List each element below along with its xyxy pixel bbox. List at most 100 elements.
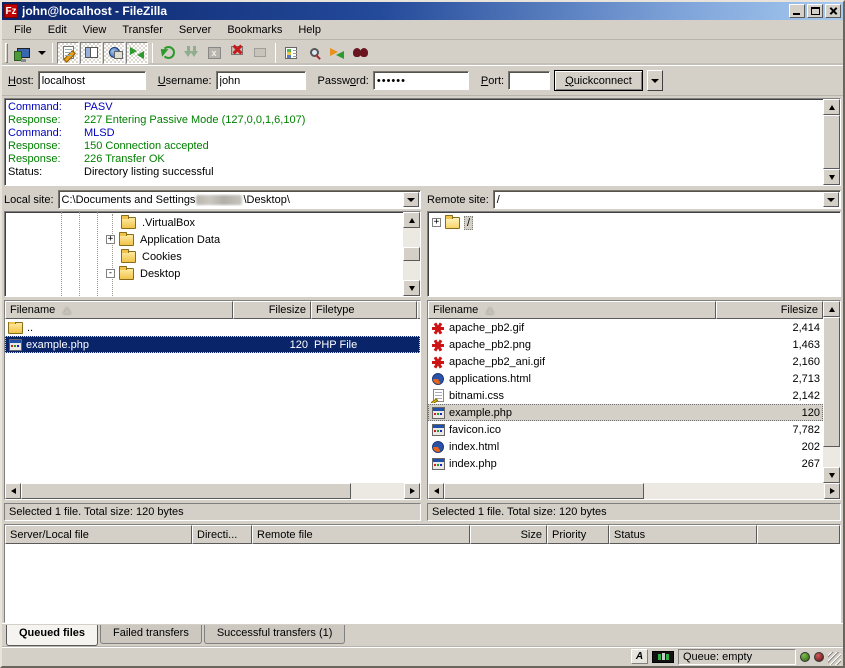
scroll-left-button[interactable] bbox=[428, 483, 444, 499]
column-filesize[interactable]: Filesize bbox=[233, 301, 311, 319]
tab-queued-files[interactable]: Queued files bbox=[6, 625, 98, 646]
toggle-remote-tree-button[interactable] bbox=[103, 42, 125, 64]
scroll-up-button[interactable] bbox=[403, 212, 420, 228]
host-input[interactable] bbox=[38, 71, 146, 90]
scroll-up-button[interactable] bbox=[823, 99, 840, 115]
table-row-selected[interactable]: example.php 120 PHP File 1 bbox=[5, 336, 420, 353]
scroll-thumb[interactable] bbox=[823, 115, 840, 169]
remote-tree-body[interactable]: + / bbox=[428, 212, 840, 296]
filter-button[interactable] bbox=[280, 42, 302, 64]
column-direction[interactable]: Directi... bbox=[192, 525, 252, 544]
table-row[interactable]: apache_pb2.gif 2,414 bbox=[428, 319, 823, 336]
site-manager-dropdown-button[interactable] bbox=[35, 42, 48, 64]
scroll-down-button[interactable] bbox=[823, 467, 840, 483]
scroll-thumb[interactable] bbox=[444, 483, 644, 499]
minimize-button[interactable] bbox=[789, 4, 805, 18]
menu-transfer[interactable]: Transfer bbox=[114, 22, 171, 38]
table-row[interactable]: index.html 202 bbox=[428, 438, 823, 455]
scroll-right-button[interactable] bbox=[824, 483, 840, 499]
expand-icon[interactable]: + bbox=[106, 235, 115, 244]
table-row[interactable]: bitnami.css 2,142 bbox=[428, 387, 823, 404]
table-row[interactable]: apache_pb2_ani.gif 2,160 bbox=[428, 353, 823, 370]
collapse-icon[interactable]: - bbox=[106, 269, 115, 278]
column-status[interactable]: Status bbox=[609, 525, 757, 544]
username-input[interactable] bbox=[216, 71, 306, 90]
quickconnect-button[interactable]: Quickconnect bbox=[554, 70, 643, 91]
local-list-body[interactable]: .. example.php 120 PHP File 1 bbox=[5, 319, 420, 483]
combo-dropdown-button[interactable] bbox=[403, 192, 419, 207]
column-server-local-file[interactable]: Server/Local file bbox=[5, 525, 192, 544]
remote-list-scrollbar[interactable] bbox=[823, 301, 840, 483]
log-scrollbar[interactable] bbox=[823, 99, 840, 185]
process-queue-button[interactable] bbox=[180, 42, 202, 64]
column-filesize[interactable]: Filesize bbox=[716, 301, 823, 319]
toggle-transfer-queue-button[interactable] bbox=[126, 42, 148, 64]
message-log-body[interactable]: Command:PASV Response:227 Entering Passi… bbox=[5, 99, 823, 185]
table-row[interactable]: applications.html 2,713 bbox=[428, 370, 823, 387]
tree-item[interactable]: -Desktop bbox=[5, 265, 403, 282]
tree-item[interactable]: +Application Data bbox=[5, 231, 403, 248]
combo-dropdown-button[interactable] bbox=[823, 192, 839, 207]
scroll-thumb[interactable] bbox=[403, 247, 420, 261]
menu-server[interactable]: Server bbox=[171, 22, 219, 38]
column-priority[interactable]: Priority bbox=[547, 525, 609, 544]
port-input[interactable] bbox=[508, 71, 550, 90]
maximize-button[interactable] bbox=[807, 4, 823, 18]
quickconnect-dropdown-button[interactable] bbox=[647, 70, 663, 91]
toggle-message-log-button[interactable] bbox=[57, 42, 79, 64]
resize-grip[interactable] bbox=[828, 652, 841, 665]
synchronized-browsing-button[interactable] bbox=[326, 42, 348, 64]
cancel-button[interactable]: x bbox=[203, 42, 225, 64]
menu-view[interactable]: View bbox=[75, 22, 115, 38]
table-row[interactable]: index.php 267 bbox=[428, 455, 823, 472]
remote-list-hscrollbar[interactable] bbox=[428, 483, 840, 499]
find-files-button[interactable] bbox=[349, 42, 371, 64]
toolbar-grip[interactable] bbox=[5, 43, 8, 63]
toggle-local-tree-button[interactable] bbox=[80, 42, 102, 64]
local-path-combobox[interactable]: C:\Documents and Settings\Desktop\ bbox=[58, 190, 421, 209]
tree-item[interactable]: Cookies bbox=[5, 248, 403, 265]
scroll-left-button[interactable] bbox=[5, 483, 21, 499]
column-filename[interactable]: Filename bbox=[428, 301, 716, 319]
menu-bookmarks[interactable]: Bookmarks bbox=[219, 22, 290, 38]
scroll-down-button[interactable] bbox=[403, 280, 420, 296]
tab-successful-transfers[interactable]: Successful transfers (1) bbox=[204, 625, 346, 644]
title-bar[interactable]: Fz john@localhost - FileZilla bbox=[2, 2, 843, 20]
directory-comparison-button[interactable] bbox=[303, 42, 325, 64]
table-row[interactable]: favicon.ico 7,782 bbox=[428, 421, 823, 438]
column-filetype[interactable]: Filetype bbox=[311, 301, 417, 319]
local-list-hscrollbar[interactable] bbox=[5, 483, 420, 499]
scroll-thumb[interactable] bbox=[21, 483, 351, 499]
disconnect-button[interactable] bbox=[226, 42, 248, 64]
queue-body[interactable] bbox=[5, 544, 840, 622]
app-icon[interactable]: Fz bbox=[4, 4, 18, 18]
scroll-down-button[interactable] bbox=[823, 169, 840, 185]
column-filename[interactable]: Filename bbox=[5, 301, 233, 319]
password-input[interactable] bbox=[373, 71, 469, 90]
table-row[interactable]: apache_pb2.png 1,463 bbox=[428, 336, 823, 353]
tab-failed-transfers[interactable]: Failed transfers bbox=[100, 625, 202, 644]
menu-file[interactable]: File bbox=[6, 22, 40, 38]
column-remote-file[interactable]: Remote file bbox=[252, 525, 470, 544]
scroll-up-button[interactable] bbox=[823, 301, 840, 317]
local-tree-scrollbar[interactable] bbox=[403, 212, 420, 296]
reconnect-button[interactable] bbox=[249, 42, 271, 64]
tree-item[interactable]: .VirtualBox bbox=[5, 214, 403, 231]
ascii-data-type-icon[interactable]: A bbox=[631, 649, 648, 664]
column-size[interactable]: Size bbox=[470, 525, 547, 544]
menu-edit[interactable]: Edit bbox=[40, 22, 75, 38]
column-last-modified[interactable]: L bbox=[417, 301, 420, 319]
site-manager-button[interactable] bbox=[12, 42, 34, 64]
local-tree-body[interactable]: .VirtualBox +Application Data Cookies -D… bbox=[5, 212, 403, 296]
table-row[interactable]: .. bbox=[5, 319, 420, 336]
scroll-thumb[interactable] bbox=[823, 317, 840, 447]
table-row-selected-inactive[interactable]: example.php 120 bbox=[428, 404, 823, 421]
refresh-button[interactable] bbox=[157, 42, 179, 64]
remote-path-combobox[interactable]: / bbox=[493, 190, 841, 209]
remote-list-body[interactable]: apache_pb2.gif 2,414 apache_pb2.png 1,46… bbox=[428, 319, 823, 483]
menu-help[interactable]: Help bbox=[290, 22, 329, 38]
speed-limits-icon[interactable] bbox=[652, 651, 674, 663]
scroll-right-button[interactable] bbox=[404, 483, 420, 499]
close-button[interactable] bbox=[825, 4, 841, 18]
expand-icon[interactable]: + bbox=[432, 218, 441, 227]
